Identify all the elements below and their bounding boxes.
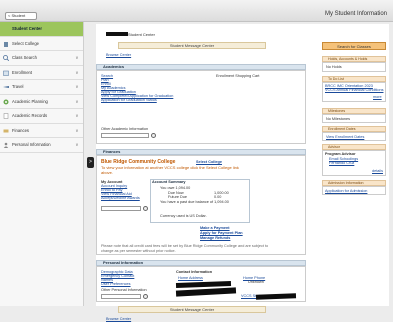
currency-note: Currency used is US Dollar. [160,214,207,218]
personal-link-preferences[interactable]: User Preferences [101,282,131,287]
finances-footer-note: Please note that all credit card fees wi… [101,244,269,253]
main-content: Student Center Student Message Center Br… [96,24,389,321]
sidebar-item-class-search[interactable]: Class Search v [0,51,83,66]
chevron-down-icon: v [75,84,78,89]
home-phone-value: Unknown [248,280,264,284]
past-due-note: You have a past due balance of 1,094.00 [160,200,229,204]
sidebar-item-academic-records[interactable]: Academic Records v [0,109,83,124]
sidebar-item-label: Personal Information [12,142,51,147]
todo-item[interactable]: VCCS Annual Financial Conditions [325,88,383,93]
chevron-down-icon: v [75,98,78,104]
browse-center-link[interactable]: Browse Center [106,53,131,58]
milestones-text: No Milestones [326,117,351,121]
sidebar-item-label: Select College [12,40,40,46]
sidebar-item-label: Academic Records [12,113,48,118]
chevron-down-icon: v [75,127,78,133]
account-link-awards[interactable]: Accept/Decline Awards [101,196,140,201]
bottom-browse-center-link[interactable]: Browse Center [106,317,131,322]
other-academic-dropdown[interactable] [101,133,149,138]
content-header-label: Student Center [128,32,155,37]
gear-icon [3,99,9,104]
other-academic-label: Other Academic Information [101,127,149,131]
todo-more-link[interactable]: more [373,95,382,100]
sidebar-item-label: Class Search [12,55,37,60]
shopping-cart-link[interactable]: Enrollment Shopping Cart [216,74,259,79]
future-due-label: Future Due [168,195,187,199]
other-personal-dropdown[interactable] [101,294,141,299]
sidebar-item-label: Academic Planning [12,98,48,104]
select-college-link[interactable]: Select College [196,160,222,165]
other-personal-label: Other Personal Information [101,288,147,292]
search-icon [3,55,9,61]
sidebar-item-academic-planning[interactable]: Academic Planning v [0,95,83,109]
chevron-down-icon: v [75,69,78,75]
enrollment-dates-link[interactable]: View Enrollment Dates [326,135,364,140]
account-dropdown[interactable] [101,206,141,211]
go-button[interactable] [143,294,148,299]
sidebar-item-finances[interactable]: Finances v [0,124,83,138]
plane-icon [3,86,9,88]
user-icon [3,142,9,148]
records-icon [3,113,9,119]
sidebar-collapse-handle[interactable]: > [87,157,94,168]
sidebar-item-label: Student Center [12,26,43,31]
money-icon [3,129,9,132]
holds-text: No Holds [326,65,342,69]
message-center-bar[interactable]: Student Message Center [118,42,266,49]
academics-link-graduation-status[interactable]: Application for Graduation Status [101,98,157,103]
program-advisor-label: Program Advisor [325,152,356,156]
contact-info-title: Contact Information [176,270,213,274]
go-button[interactable] [151,133,156,138]
redacted-name [106,32,128,36]
search-classes-button[interactable]: Search for Classes [322,42,386,50]
select-college-note: To view your information at another VCCS… [101,165,239,175]
chevron-down-icon: v [75,142,78,147]
sidebar: Student Center Select College Class Sear… [0,22,84,306]
go-button[interactable] [143,206,148,211]
bottom-message-center-bar[interactable]: Student Message Center [118,306,266,313]
payment-plan-link[interactable]: Apply for Payment Plan [200,231,243,236]
chevron-down-icon: v [75,55,78,60]
account-summary-title: Account Summary [152,180,186,184]
chevron-down-icon: v [75,113,78,118]
calendar-icon [3,70,9,76]
advisor-details-link[interactable]: details [372,169,383,174]
future-due-value: 0.00 [214,195,222,199]
sidebar-item-personal-information[interactable]: Personal Information v [0,138,83,153]
sidebar-item-label: Finances [12,127,29,133]
sidebar-item-select-college[interactable]: Select College [0,37,83,51]
advisor-name[interactable]: Fernando Cruz [329,161,354,166]
sidebar-item-label: Travel [12,84,24,89]
admission-link[interactable]: Application for Admission [325,189,367,194]
page-title: My Student Information [324,11,387,17]
back-button[interactable]: < Student [5,12,37,20]
sidebar-item-label: Enrollment [12,69,33,75]
sidebar-item-travel[interactable]: Travel v [0,80,83,95]
home-address-label[interactable]: Home Address [178,276,203,281]
building-icon [4,41,8,47]
sidebar-item-enrollment[interactable]: Enrollment v [0,66,83,80]
make-payment-link[interactable]: Make a Payment [200,226,230,231]
you-owe-text: You owe 1,094.00 [160,186,191,190]
sidebar-item-student-center[interactable]: Student Center [0,22,83,37]
top-bar: < Student My Student Information [0,0,393,22]
manage-refunds-link[interactable]: Manage Refunds [200,236,230,241]
